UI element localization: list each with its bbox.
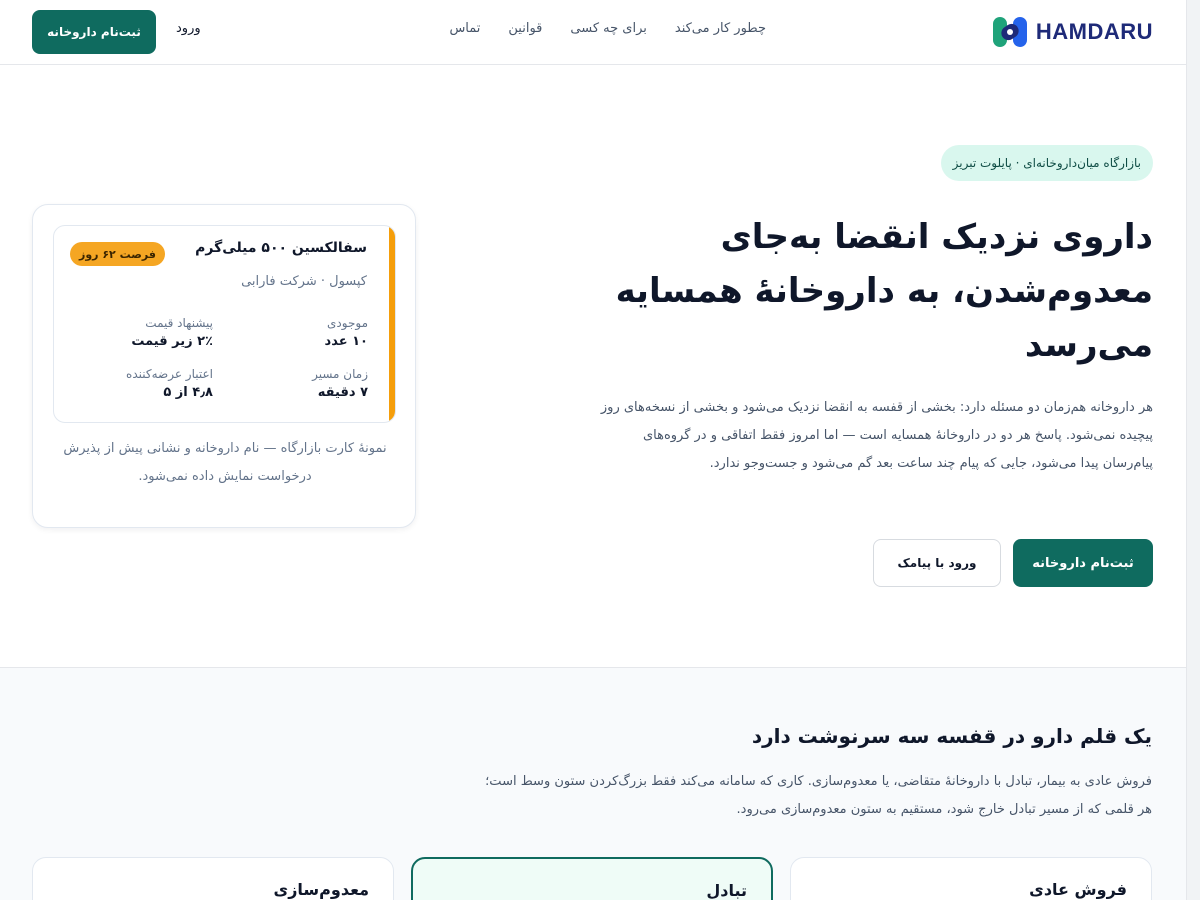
nav-item-audience[interactable]: برای چه کسی — [570, 21, 646, 36]
stat-label: اعتبار عرضه‌کننده — [126, 367, 213, 381]
hero-description: هر داروخانه هم‌زمان دو مسئله دارد: بخشی … — [600, 400, 1153, 471]
stat-route-time: زمان مسیر ۷ دقیقه — [228, 367, 368, 400]
login-link[interactable]: ورود — [176, 21, 201, 36]
stat-label: موجودی — [327, 316, 368, 330]
hero-pill-badge: بازارگاه میان‌داروخانه‌ای · پایلوت تبریز — [940, 145, 1153, 181]
marketplace-preview-card: سفالکسین ۵۰۰ میلی‌گرم فرصت ۶۲ روز کپسول … — [32, 204, 416, 528]
column-card-normal-sale: فروش عادی — [790, 857, 1152, 900]
stat-label: زمان مسیر — [312, 367, 368, 381]
stat-value: ۱۰ عدد — [324, 334, 368, 349]
hero-register-button[interactable]: ثبت‌نام داروخانه — [1013, 539, 1153, 587]
column-title: فروش عادی — [1029, 880, 1127, 899]
brand-name: HAMDARU — [1035, 19, 1153, 44]
nav-item-how-it-works[interactable]: چطور کار می‌کند — [675, 21, 766, 36]
column-card-disposal: معدوم‌سازی — [32, 857, 394, 900]
stat-supplier-rating: اعتبار عرضه‌کننده ۴٫۸ از ۵ — [73, 367, 213, 400]
nav-item-contact[interactable]: تماس — [449, 21, 480, 36]
hamdaru-logo-icon — [992, 14, 1028, 50]
listing-accent-bar — [389, 226, 395, 422]
column-title: معدوم‌سازی — [273, 880, 369, 899]
stat-stock: موجودی ۱۰ عدد — [228, 316, 368, 349]
hero-title: داروی نزدیک انقضا به‌جای معدوم‌شدن، به د… — [615, 217, 1153, 365]
listing-subtitle: کپسول · شرکت فارابی — [241, 274, 367, 289]
site-header: HAMDARU چطور کار می‌کند برای چه کسی قوان… — [0, 0, 1186, 65]
stat-price-offer: پیشنهاد قیمت ۲٪ زیر قیمت — [73, 316, 213, 349]
header-register-button[interactable]: ثبت‌نام داروخانه — [32, 10, 156, 54]
listing-drug-name: سفالکسین ۵۰۰ میلی‌گرم — [195, 240, 367, 256]
stat-value: ۷ دقیقه — [317, 385, 368, 400]
stat-label: پیشنهاد قیمت — [145, 316, 213, 330]
sms-login-button[interactable]: ورود با پیامک — [873, 539, 1001, 587]
fates-section: یک قلم دارو در قفسه سه سرنوشت دارد فروش … — [0, 667, 1186, 900]
column-card-exchange: تبادل — [411, 857, 773, 900]
section-description: فروش عادی به بیمار، تبادل با داروخانهٔ م… — [485, 774, 1152, 817]
page-scrollbar[interactable] — [1186, 0, 1200, 900]
main-nav: چطور کار می‌کند برای چه کسی قوانین تماس — [449, 21, 766, 36]
section-title: یک قلم دارو در قفسه سه سرنوشت دارد — [751, 724, 1152, 748]
stat-value: ۲٪ زیر قیمت — [131, 334, 213, 349]
brand-logo[interactable]: HAMDARU — [992, 14, 1153, 50]
stat-value: ۴٫۸ از ۵ — [163, 385, 213, 400]
nav-item-rules[interactable]: قوانین — [508, 21, 542, 36]
preview-caption: نمونهٔ کارت بازارگاه — نام داروخانه و نش… — [63, 441, 387, 484]
listing-expiry-badge: فرصت ۶۲ روز — [70, 242, 165, 266]
column-title: تبادل — [706, 881, 747, 900]
listing-card[interactable]: سفالکسین ۵۰۰ میلی‌گرم فرصت ۶۲ روز کپسول … — [53, 225, 396, 423]
